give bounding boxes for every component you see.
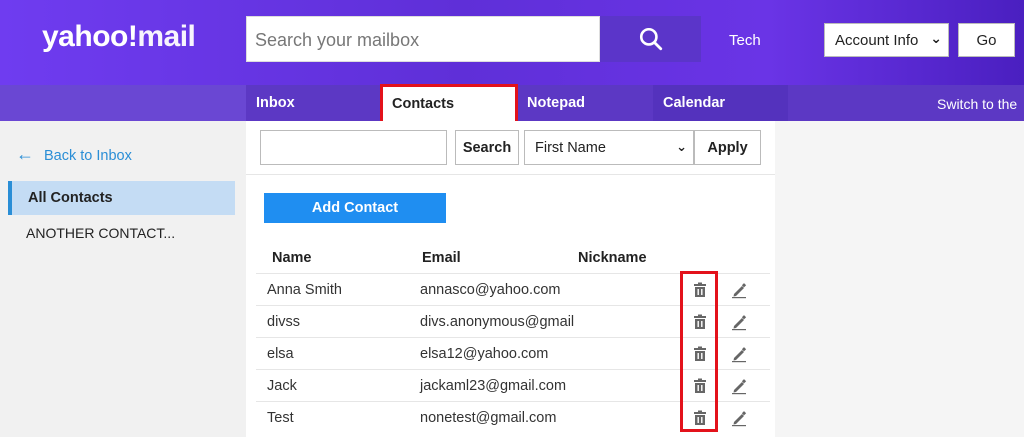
search-button[interactable] — [600, 16, 701, 62]
contact-search-button[interactable]: Search — [455, 130, 519, 165]
tab-notepad[interactable]: Notepad — [517, 85, 653, 121]
tech-link[interactable]: Tech — [729, 32, 761, 49]
sort-field-select[interactable]: First Name ⌄ — [524, 130, 694, 165]
pencil-icon[interactable] — [730, 377, 748, 395]
arrow-left-icon: ← — [16, 144, 34, 164]
pencil-icon[interactable] — [730, 409, 748, 427]
contact-email: jackaml23@gmail.com — [420, 378, 567, 394]
contact-name: Test — [267, 410, 294, 426]
apply-button[interactable]: Apply — [694, 130, 761, 165]
column-header-nickname: Nickname — [578, 250, 647, 266]
app-header: yahoo!mail Search your mailbox Tech Acco… — [0, 0, 1024, 85]
sort-field-value: First Name — [535, 140, 606, 156]
contact-name: Anna Smith — [267, 282, 342, 298]
column-header-name: Name — [272, 250, 312, 266]
add-contact-button[interactable]: Add Contact — [264, 193, 446, 223]
contact-search-input[interactable] — [260, 130, 447, 165]
chevron-down-icon: ⌄ — [676, 139, 687, 154]
yahoo-mail-logo[interactable]: yahoo!mail — [42, 20, 196, 54]
sidebar-item-all-contacts[interactable]: All Contacts — [8, 181, 235, 215]
contact-name: Jack — [267, 378, 297, 394]
column-header-email: Email — [422, 250, 461, 266]
contacts-panel: Search First Name ⌄ Apply Add Contact Na… — [246, 121, 775, 437]
chevron-down-icon: ⌄ — [930, 30, 942, 46]
contact-email: elsa12@yahoo.com — [420, 346, 549, 362]
back-to-inbox-link[interactable]: ← Back to Inbox — [16, 144, 132, 165]
highlight-box-delete-column — [680, 271, 718, 432]
search-icon — [639, 27, 662, 51]
main-nav: Inbox Notepad Calendar Contacts Switch t… — [0, 84, 1024, 124]
pencil-icon[interactable] — [730, 345, 748, 363]
pencil-icon[interactable] — [730, 281, 748, 299]
sidebar: ← Back to Inbox All Contacts ANOTHER CONT… — [0, 121, 246, 437]
contact-email: nonetest@gmail.com — [420, 410, 557, 426]
contact-name: elsa — [267, 346, 294, 362]
switch-link[interactable]: Switch to the — [937, 96, 1017, 112]
pencil-icon[interactable] — [730, 313, 748, 331]
account-info-select[interactable]: Account Info ⌄ — [824, 23, 949, 57]
contact-email: divs.anonymous@gmail — [420, 314, 575, 330]
contact-email: annasco@yahoo.com — [420, 282, 561, 298]
divider — [246, 174, 775, 175]
tab-calendar[interactable]: Calendar — [653, 85, 788, 121]
contact-name: divss — [267, 314, 301, 330]
tab-inbox[interactable]: Inbox — [246, 85, 380, 121]
mailbox-search-input[interactable]: Search your mailbox — [246, 16, 600, 62]
tab-contacts[interactable]: Contacts — [380, 84, 518, 124]
right-empty-area — [775, 121, 1024, 437]
go-button[interactable]: Go — [958, 23, 1015, 57]
account-info-value: Account Info — [835, 32, 919, 49]
sidebar-item-another-contact[interactable]: ANOTHER CONTACT... — [26, 225, 175, 241]
